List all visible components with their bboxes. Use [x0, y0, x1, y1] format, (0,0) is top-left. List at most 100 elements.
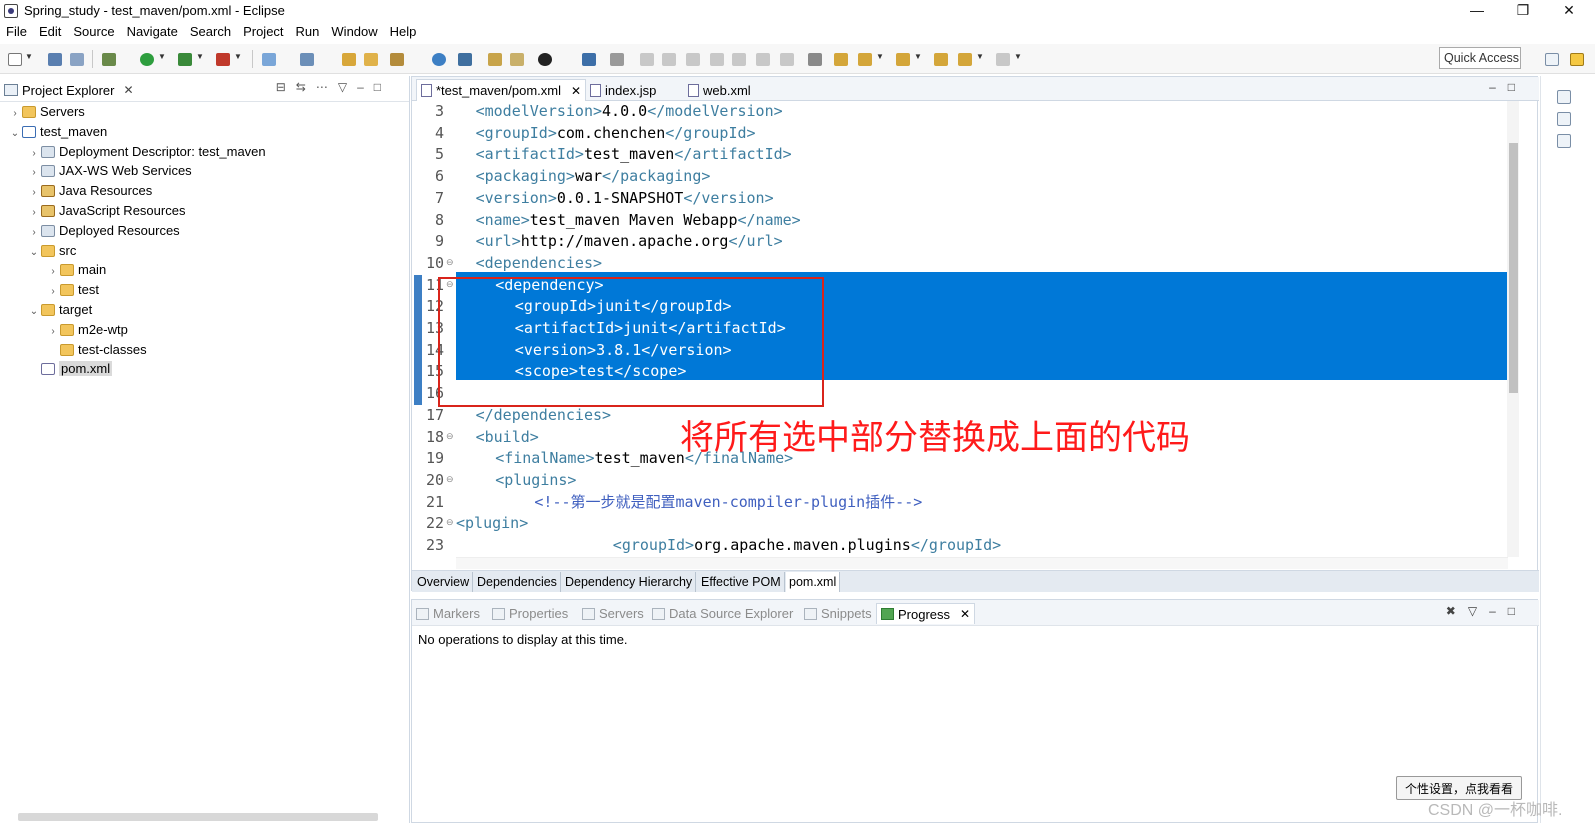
tree-item[interactable]: › Servers [0, 102, 410, 122]
step-return-icon[interactable] [780, 53, 794, 66]
tab-dependencies[interactable]: Dependencies [474, 572, 561, 592]
close-icon[interactable]: ✕ [960, 604, 970, 625]
external-tools-icon[interactable] [216, 53, 230, 66]
tab-overview[interactable]: Overview [414, 572, 474, 592]
open-type-icon[interactable] [342, 53, 356, 66]
quick-access-field[interactable]: Quick Access [1439, 47, 1521, 69]
tree-item[interactable]: pom.xml [0, 359, 410, 379]
last-edit-icon[interactable] [896, 53, 910, 66]
suspend-icon[interactable] [662, 53, 676, 66]
close-icon[interactable]: ✕ [571, 84, 581, 98]
tree-item[interactable]: › JAX-WS Web Services [0, 161, 410, 181]
resume-icon[interactable] [640, 53, 654, 66]
tree-item[interactable]: › test [0, 280, 410, 300]
new-dropdown-icon[interactable]: ▼ [25, 52, 33, 61]
globe-icon[interactable] [432, 53, 446, 66]
vertical-scrollbar[interactable] [1507, 101, 1519, 557]
annotation-icon[interactable] [510, 53, 524, 66]
terminate-icon[interactable] [686, 53, 700, 66]
tab-pom-xml[interactable]: *test_maven/pom.xml ✕ [416, 79, 587, 101]
tree-item[interactable]: › Deployment Descriptor: test_maven [0, 142, 410, 162]
minimize-button[interactable]: — [1454, 0, 1500, 22]
skip-breakpoints-icon[interactable] [610, 53, 624, 66]
restore-icon[interactable] [1557, 90, 1571, 104]
console-icon[interactable] [582, 53, 596, 66]
tab-progress[interactable]: Progress ✕ [876, 603, 976, 625]
java-ee-perspective-icon[interactable] [1570, 53, 1584, 66]
tree-item[interactable]: ⌄ src [0, 241, 410, 261]
last-edit-dropdown-icon[interactable]: ▼ [914, 52, 922, 61]
disconnect-icon[interactable] [710, 53, 724, 66]
tab-data-source-explorer[interactable]: Data Source Explorer [652, 603, 793, 624]
external-tools-dropdown-icon[interactable]: ▼ [234, 52, 242, 61]
tab-servers[interactable]: Servers [582, 603, 644, 624]
step-into-icon[interactable] [732, 53, 746, 66]
annotation-dropdown-icon[interactable]: ▼ [876, 52, 884, 61]
fold-toggle-icon[interactable]: ⊖ [446, 431, 454, 442]
scroll-thumb[interactable] [1509, 143, 1518, 393]
toggle-mark-icon[interactable] [808, 53, 822, 66]
menu-project[interactable]: Project [237, 22, 289, 41]
tab-snippets[interactable]: Snippets [804, 603, 872, 624]
task-icon[interactable] [488, 53, 502, 66]
tree-item[interactable]: › JavaScript Resources [0, 201, 410, 221]
prev-annotation-icon[interactable] [858, 53, 872, 66]
debug-icon[interactable] [102, 53, 116, 66]
horizontal-scrollbar[interactable] [18, 813, 378, 821]
horizontal-scrollbar[interactable] [456, 557, 1508, 569]
fold-toggle-icon[interactable]: ⊖ [446, 474, 454, 485]
menu-help[interactable]: Help [384, 22, 423, 41]
tab-dependency-hierarchy[interactable]: Dependency Hierarchy [562, 572, 697, 592]
tab-pom-xml-source[interactable]: pom.xml [786, 572, 841, 592]
menu-search[interactable]: Search [184, 22, 237, 41]
coverage-icon[interactable] [178, 53, 192, 66]
back-arrow-icon[interactable] [958, 53, 972, 66]
back-dropdown-icon[interactable]: ▼ [976, 52, 984, 61]
fold-toggle-icon[interactable]: ⊖ [446, 257, 454, 268]
view-toolbar[interactable]: ⊟⇆⋯▽–□ [276, 80, 391, 94]
panel-window-controls[interactable]: ✖▽–□ [1446, 604, 1527, 618]
new-file-icon[interactable] [8, 53, 22, 66]
menu-run[interactable]: Run [290, 22, 326, 41]
tree-item[interactable]: test-classes [0, 340, 410, 360]
user-icon[interactable] [538, 53, 552, 66]
tree-item[interactable]: ⌄ target [0, 300, 410, 320]
tree-item[interactable]: ⌄ test_maven [0, 122, 410, 142]
run-dropdown-icon[interactable]: ▼ [158, 52, 166, 61]
editor-window-controls[interactable]: –□ [1489, 80, 1527, 94]
menu-source[interactable]: Source [67, 22, 120, 41]
tree-item[interactable]: › Deployed Resources [0, 221, 410, 241]
close-window-button[interactable]: ✕ [1546, 0, 1592, 22]
menu-edit[interactable]: Edit [33, 22, 67, 41]
tree-item[interactable]: › m2e-wtp [0, 320, 410, 340]
tab-web-xml[interactable]: web.xml [684, 79, 755, 101]
save-icon[interactable] [48, 53, 62, 66]
maximize-button[interactable]: ❐ [1500, 0, 1546, 22]
open-folder-icon[interactable] [364, 53, 378, 66]
open-perspective-icon[interactable] [1545, 53, 1559, 66]
fold-toggle-icon[interactable]: ⊖ [446, 517, 454, 528]
tree-item[interactable]: › main [0, 260, 410, 280]
tab-effective-pom[interactable]: Effective POM [698, 572, 785, 592]
forward-arrow-icon[interactable] [996, 53, 1010, 66]
back-icon[interactable] [934, 53, 948, 66]
tree-item[interactable]: › Java Resources [0, 181, 410, 201]
step-over-icon[interactable] [756, 53, 770, 66]
tab-markers[interactable]: Markers [416, 603, 480, 624]
forward-dropdown-icon[interactable]: ▼ [1014, 52, 1022, 61]
tab-properties[interactable]: Properties [492, 603, 568, 624]
menu-navigate[interactable]: Navigate [121, 22, 184, 41]
new-server-icon[interactable] [262, 53, 276, 66]
search-icon[interactable] [458, 53, 472, 66]
task-list-icon[interactable] [1557, 134, 1571, 148]
close-icon[interactable]: ✕ [123, 83, 133, 97]
coverage-dropdown-icon[interactable]: ▼ [196, 52, 204, 61]
menu-window[interactable]: Window [325, 22, 383, 41]
tab-index-jsp[interactable]: index.jsp [586, 79, 660, 101]
run-icon[interactable] [140, 53, 154, 66]
project-explorer-tab[interactable]: Project Explorer ✕ [4, 80, 134, 100]
outline-icon[interactable] [1557, 112, 1571, 126]
edit-icon[interactable] [390, 53, 404, 66]
new-java-project-icon[interactable] [300, 53, 314, 66]
next-annotation-icon[interactable] [834, 53, 848, 66]
